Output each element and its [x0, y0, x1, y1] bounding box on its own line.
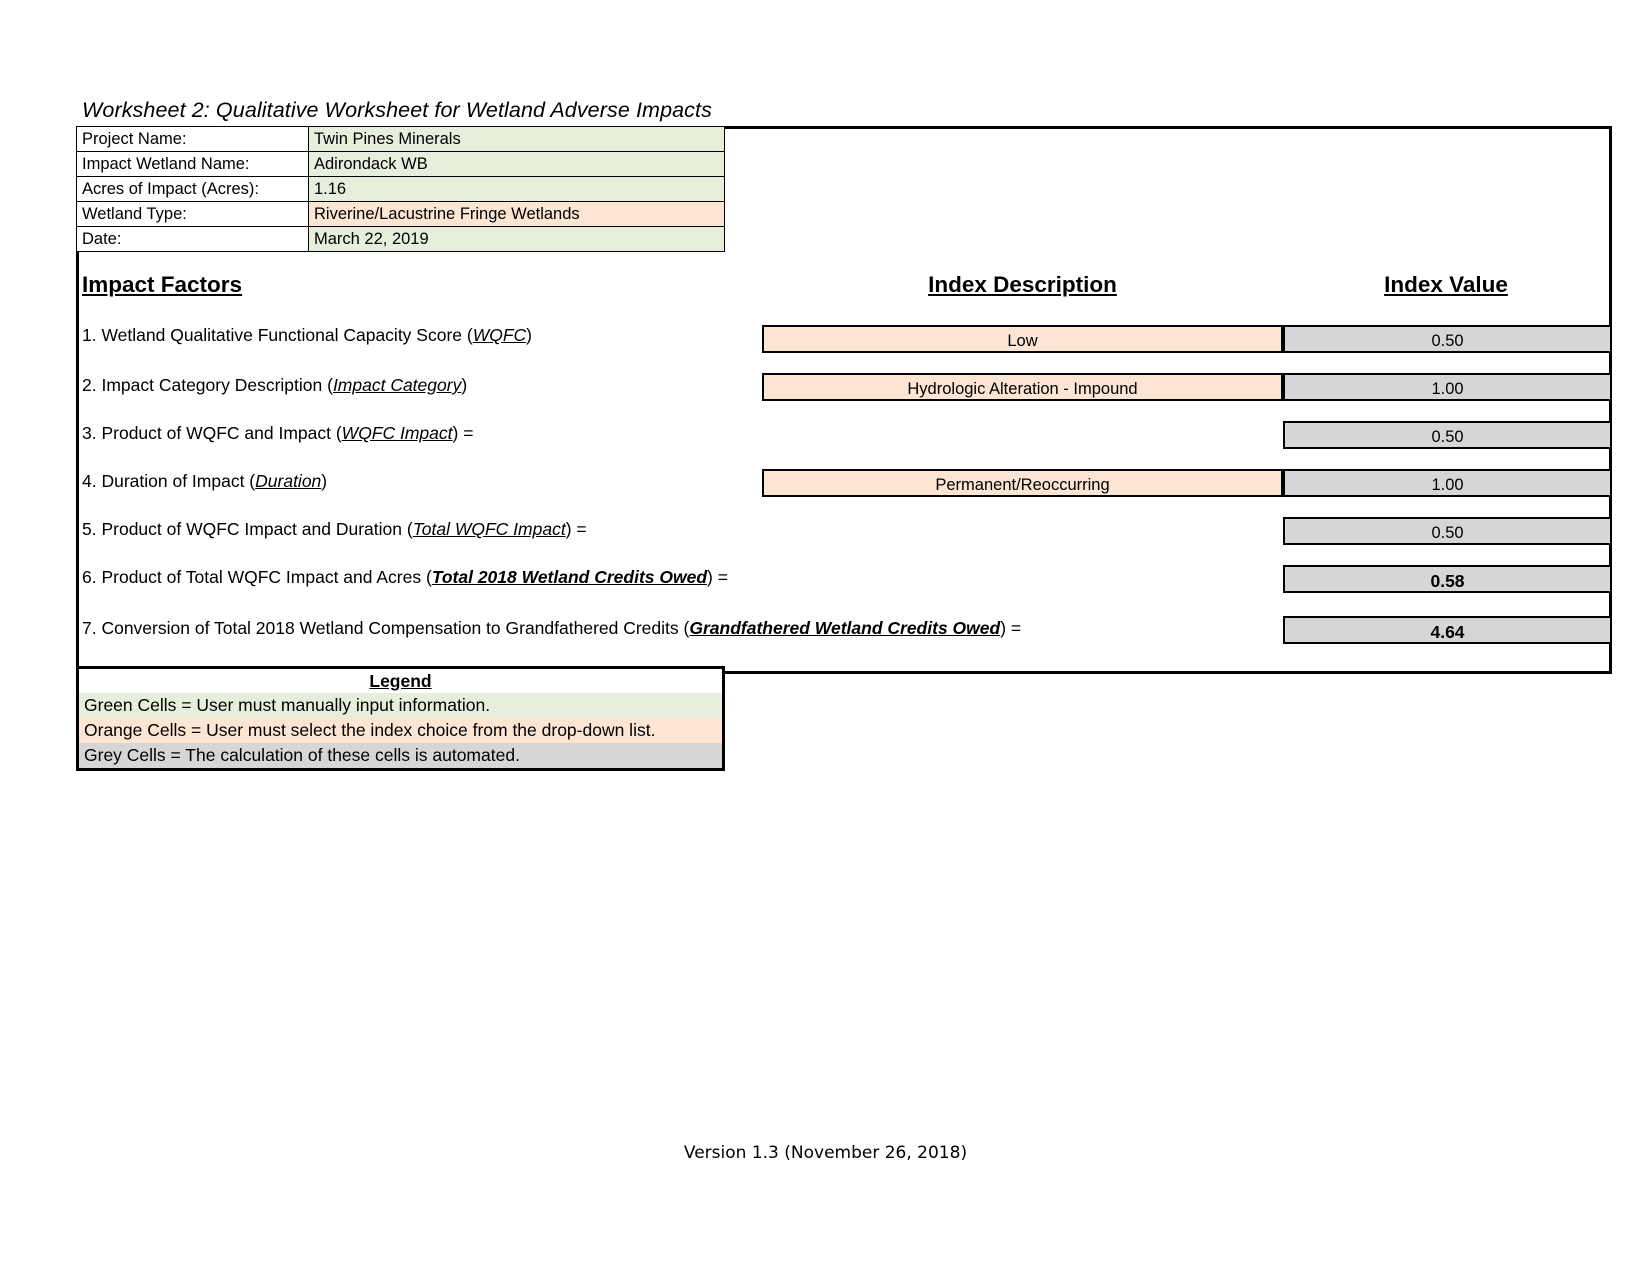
date-value[interactable]: March 22, 2019 [308, 226, 725, 252]
column-header-impact-factors: Impact Factors [82, 272, 243, 297]
index-value-cell-1: 0.50 [1283, 325, 1612, 353]
factor-1-text-after: ) [526, 325, 532, 345]
project-name-value[interactable]: Twin Pines Minerals [308, 126, 725, 152]
factor-3-text-after: ) = [452, 423, 474, 443]
factor-label-5: 5. Product of WQFC Impact and Duration (… [82, 519, 587, 539]
factor-label-2: 2. Impact Category Description (Impact C… [82, 375, 467, 395]
index-description-cell-1[interactable]: Low [762, 325, 1283, 353]
impact-wetland-name-value[interactable]: Adirondack WB [308, 151, 725, 177]
factor-1-term: WQFC [472, 325, 527, 345]
table-row: Wetland Type: Riverine/Lacustrine Fringe… [76, 201, 725, 227]
table-row: Project Name: Twin Pines Minerals [76, 126, 725, 152]
factor-2-text-after: ) [461, 375, 468, 395]
table-row: Date: March 22, 2019 [76, 226, 725, 252]
page-title: Worksheet 2: Qualitative Worksheet for W… [82, 98, 712, 122]
factor-4-term: Duration [255, 471, 322, 491]
wetland-type-value[interactable]: Riverine/Lacustrine Fringe Wetlands [308, 201, 725, 227]
table-row: Acres of Impact (Acres): 1.16 [76, 176, 725, 202]
factor-label-4: 4. Duration of Impact (Duration) [82, 471, 327, 491]
footer-version-text: Version 1.3 (November 26, 2018) [683, 1143, 968, 1163]
factor-5-text-after: ) = [565, 519, 587, 539]
legend-item-grey-cells: Grey Cells = The calculation of these ce… [79, 743, 722, 768]
factor-label-3: 3. Product of WQFC and Impact (WQFC Impa… [82, 423, 473, 443]
factor-2-term: Impact Category [332, 375, 462, 395]
factor-3-term: WQFC Impact [341, 423, 453, 443]
index-value-cell-7: 4.64 [1283, 616, 1612, 644]
factor-5-text-before: 5. Product of WQFC Impact and Duration ( [82, 519, 413, 539]
factor-label-7: 7. Conversion of Total 2018 Wetland Comp… [82, 618, 1021, 638]
table-row: Impact Wetland Name: Adirondack WB [76, 151, 725, 177]
factor-7-text-before: 7. Conversion of Total 2018 Wetland Comp… [82, 618, 690, 638]
index-value-cell-2: 1.00 [1283, 373, 1612, 401]
index-value-cell-3: 0.50 [1283, 421, 1612, 449]
legend-title: Legend [79, 669, 722, 693]
wetland-type-label: Wetland Type: [76, 201, 309, 227]
factor-label-6: 6. Product of Total WQFC Impact and Acre… [82, 567, 728, 587]
factor-4-text-before: 4. Duration of Impact ( [82, 471, 256, 491]
factor-1-text-before: 1. Wetland Qualitative Functional Capaci… [82, 325, 473, 345]
index-value-cell-4: 1.00 [1283, 469, 1612, 497]
factor-label-1: 1. Wetland Qualitative Functional Capaci… [82, 325, 532, 345]
index-value-cell-6: 0.58 [1283, 565, 1612, 593]
index-description-cell-4[interactable]: Permanent/Reoccurring [762, 469, 1283, 497]
acres-of-impact-label: Acres of Impact (Acres): [76, 176, 309, 202]
legend: Legend Green Cells = User must manually … [76, 666, 725, 771]
index-value-cell-5: 0.50 [1283, 517, 1612, 545]
factor-6-text-after: ) = [707, 567, 728, 587]
date-label: Date: [76, 226, 309, 252]
factor-5-term: Total WQFC Impact [412, 519, 566, 539]
column-header-index-description: Index Description [928, 272, 1117, 297]
project-info-table: Project Name: Twin Pines Minerals Impact… [76, 126, 725, 252]
factor-4-text-after: ) [321, 471, 328, 491]
project-name-label: Project Name: [76, 126, 309, 152]
factor-2-text-before: 2. Impact Category Description ( [82, 375, 333, 395]
factor-6-text-before: 6. Product of Total WQFC Impact and Acre… [82, 567, 432, 587]
factor-3-text-before: 3. Product of WQFC and Impact ( [82, 423, 342, 443]
impact-wetland-name-label: Impact Wetland Name: [76, 151, 309, 177]
legend-item-green-cells: Green Cells = User must manually input i… [79, 693, 722, 718]
legend-item-orange-cells: Orange Cells = User must select the inde… [79, 718, 722, 743]
factor-7-term: Grandfathered Wetland Credits Owed [689, 618, 1001, 638]
factor-6-term: Total 2018 Wetland Credits Owed [431, 567, 708, 587]
acres-of-impact-value[interactable]: 1.16 [308, 176, 725, 202]
column-header-index-value: Index Value [1384, 272, 1508, 297]
index-description-cell-2[interactable]: Hydrologic Alteration - Impound [762, 373, 1283, 401]
factor-7-text-after: ) = [1000, 618, 1022, 638]
